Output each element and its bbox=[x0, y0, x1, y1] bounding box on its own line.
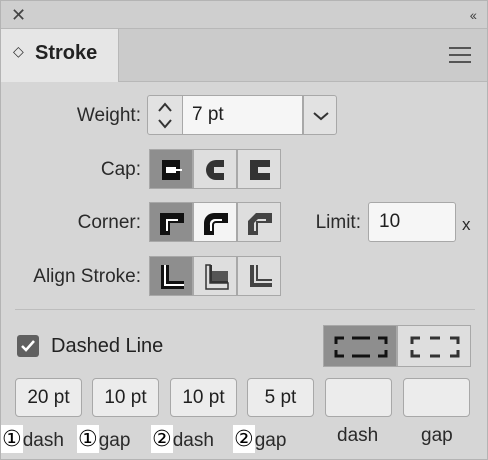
miter-limit-input[interactable]: 10 bbox=[368, 202, 456, 242]
tab-label: Stroke bbox=[35, 42, 98, 64]
tab-stroke[interactable]: ◇ Stroke bbox=[1, 29, 119, 82]
round-join-button[interactable] bbox=[193, 202, 237, 242]
preserve-dash-button[interactable] bbox=[323, 325, 397, 367]
dash-1-input[interactable]: 20 pt bbox=[15, 378, 82, 417]
panel-tabbar: ◇ Stroke bbox=[1, 29, 487, 82]
align-inside-button[interactable] bbox=[193, 256, 237, 296]
butt-cap-icon bbox=[162, 160, 182, 180]
increment-icon[interactable] bbox=[157, 101, 173, 113]
limit-label: Limit: bbox=[315, 212, 361, 233]
caption-text: dash bbox=[22, 430, 64, 451]
badge-2: ② bbox=[233, 425, 255, 453]
gap-1-caption: ①gap bbox=[77, 425, 130, 453]
align-dash-to-corners-icon bbox=[410, 336, 460, 358]
gap-2-caption: ②gap bbox=[233, 425, 286, 453]
panel-titlebar: ✕ ‹‹ bbox=[1, 1, 487, 29]
caption-text: gap bbox=[254, 430, 287, 451]
weight-label: Weight: bbox=[76, 105, 141, 126]
badge-1: ① bbox=[1, 425, 23, 453]
miter-join-button[interactable] bbox=[149, 202, 193, 242]
gap-3-input[interactable] bbox=[403, 378, 470, 417]
round-join-icon bbox=[204, 213, 228, 235]
align-center-button[interactable] bbox=[149, 256, 193, 296]
align-dash-corners-button[interactable] bbox=[397, 325, 471, 367]
badge-1: ① bbox=[77, 425, 99, 453]
expand-options-icon[interactable]: ◇ bbox=[13, 43, 24, 60]
close-icon[interactable]: ✕ bbox=[11, 4, 26, 26]
corner-label: Corner: bbox=[77, 212, 141, 233]
dashed-line-label: Dashed Line bbox=[51, 335, 164, 357]
limit-suffix: x bbox=[462, 215, 471, 234]
weight-input[interactable]: 7 pt bbox=[183, 95, 303, 135]
chevron-down-icon bbox=[313, 112, 329, 121]
bevel-join-icon bbox=[248, 213, 272, 235]
align-outside-button[interactable] bbox=[237, 256, 281, 296]
round-cap-button[interactable] bbox=[193, 149, 237, 189]
caption-text: dash bbox=[172, 430, 214, 451]
cap-label: Cap: bbox=[100, 159, 141, 180]
checkmark-icon bbox=[21, 340, 35, 352]
butt-cap-button[interactable] bbox=[149, 149, 193, 189]
decrement-icon[interactable] bbox=[157, 118, 173, 130]
gap-1-input[interactable]: 10 pt bbox=[92, 378, 159, 417]
section-divider bbox=[15, 309, 475, 310]
projecting-cap-button[interactable] bbox=[237, 149, 281, 189]
align-center-icon bbox=[161, 265, 184, 289]
dash-1-caption: ①dash bbox=[1, 425, 64, 453]
projecting-cap-icon bbox=[250, 160, 270, 180]
align-outside-icon bbox=[250, 265, 272, 287]
badge-2: ② bbox=[151, 425, 173, 453]
miter-join-icon bbox=[160, 213, 184, 235]
dash-3-caption: dash bbox=[337, 425, 379, 446]
align-stroke-label: Align Stroke: bbox=[33, 266, 141, 287]
collapse-panel-icon[interactable]: ‹‹ bbox=[470, 5, 477, 25]
bevel-join-button[interactable] bbox=[237, 202, 281, 242]
gap-2-input[interactable]: 5 pt bbox=[247, 378, 314, 417]
align-inside-icon bbox=[205, 264, 229, 290]
dash-2-input[interactable]: 10 pt bbox=[170, 378, 237, 417]
round-cap-icon bbox=[206, 160, 226, 180]
dash-3-input[interactable] bbox=[325, 378, 392, 417]
dashed-line-checkbox[interactable] bbox=[17, 335, 39, 357]
preserve-dash-icon bbox=[334, 336, 388, 358]
caption-text: gap bbox=[98, 430, 131, 451]
stroke-panel: ✕ ‹‹ ◇ Stroke Weight: 7 pt Cap: Corner: … bbox=[0, 0, 488, 460]
weight-stepper[interactable] bbox=[147, 95, 183, 135]
weight-dropdown[interactable] bbox=[303, 95, 337, 135]
dash-2-caption: ②dash bbox=[151, 425, 214, 453]
panel-menu-icon[interactable] bbox=[449, 47, 471, 63]
gap-3-caption: gap bbox=[421, 425, 453, 446]
